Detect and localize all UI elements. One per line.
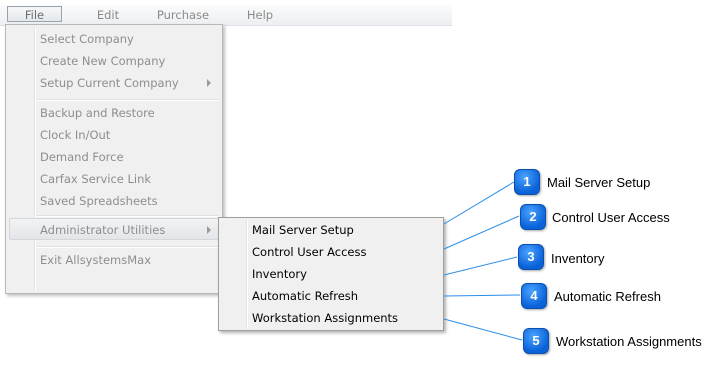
callout-line-2 [443,215,520,250]
callout-line-4 [443,294,521,297]
callout-line-1 [443,181,515,225]
callout-label-4: Automatic Refresh [554,289,661,304]
callout-line-5 [443,318,523,341]
callout-label-5: Workstation Assignments [556,334,702,349]
callout-label-2: Control User Access [552,210,670,225]
callout-badge-3: 3 [518,244,544,270]
callout-label-3: Inventory [551,251,605,266]
callout-badge-4: 4 [521,283,547,309]
callout-badge-2: 2 [520,204,546,230]
callout-line-3 [443,256,518,276]
callout-badge-1: 1 [514,169,540,195]
callout-label-1: Mail Server Setup [547,175,651,190]
callout-badge-5: 5 [523,328,549,354]
